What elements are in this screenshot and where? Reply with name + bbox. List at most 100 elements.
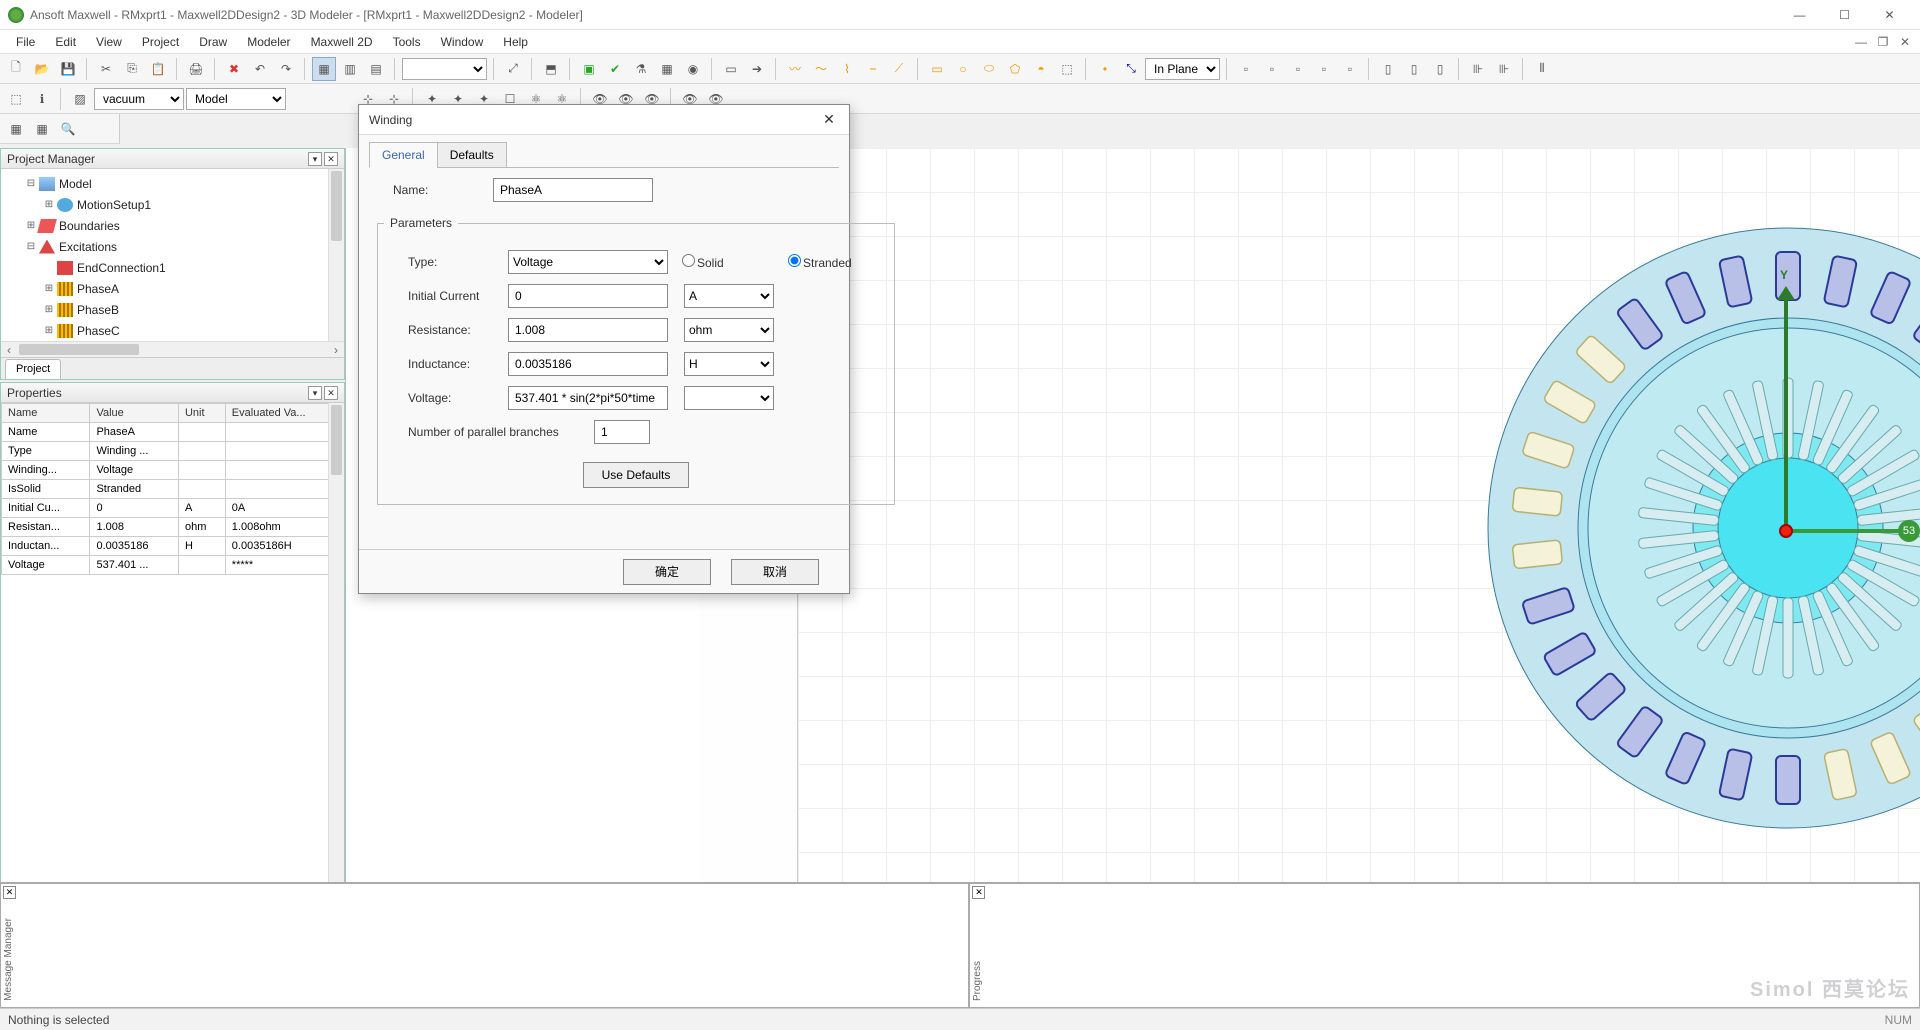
type-select[interactable]: Voltage: [508, 250, 668, 274]
arrow-icon[interactable]: ➔: [745, 57, 769, 81]
menu-view[interactable]: View: [86, 33, 132, 51]
combo-empty[interactable]: [402, 58, 487, 80]
table-row[interactable]: Initial Cu...0A0A: [2, 499, 344, 518]
voltage-unit[interactable]: [684, 386, 774, 410]
initcur-input[interactable]: [508, 284, 668, 308]
menu-maxwell2d[interactable]: Maxwell 2D: [301, 33, 383, 51]
voltage-input[interactable]: [508, 386, 668, 410]
tree-item[interactable]: EndConnection1: [3, 257, 342, 278]
tree-item[interactable]: ⊞PhaseB: [3, 299, 342, 320]
axis-icon[interactable]: ⤡: [1119, 57, 1143, 81]
curve4-icon[interactable]: ⎯: [861, 57, 885, 81]
resistance-input[interactable]: [508, 318, 668, 342]
combo-view[interactable]: Model: [186, 88, 286, 110]
minimize-button[interactable]: —: [1777, 1, 1822, 29]
resistance-unit[interactable]: ohm: [684, 318, 774, 342]
table-row[interactable]: NamePhaseA: [2, 423, 344, 442]
tree-item[interactable]: ⊟Model: [3, 173, 342, 194]
3d-view[interactable]: Y 53 Time =-1 0100200 (mm): [798, 148, 1920, 994]
validate-icon[interactable]: ⬒: [539, 57, 563, 81]
tree-item[interactable]: ⊞PhaseA: [3, 278, 342, 299]
render-icon[interactable]: ▥: [338, 57, 362, 81]
g1-icon[interactable]: ▫: [1234, 57, 1258, 81]
panel-close-icon[interactable]: ✕: [324, 152, 338, 166]
g4-icon[interactable]: ▫: [1312, 57, 1336, 81]
hatch-icon[interactable]: ▨: [68, 87, 92, 111]
branches-input[interactable]: [594, 420, 650, 444]
menu-modeler[interactable]: Modeler: [237, 33, 300, 51]
dot-icon[interactable]: •: [1093, 57, 1117, 81]
tree-item[interactable]: ⊞PhaseC: [3, 320, 342, 341]
tree-vscroll[interactable]: [328, 169, 344, 341]
stranded-radio[interactable]: [788, 254, 801, 267]
mdi-close-icon[interactable]: ✕: [1896, 35, 1914, 49]
combo-material[interactable]: vacuum: [94, 88, 184, 110]
new-icon[interactable]: 🗋: [4, 57, 28, 81]
tree-item[interactable]: ⊞MotionSetup1: [3, 194, 342, 215]
mdi-minimize-icon[interactable]: —: [1852, 35, 1870, 49]
close-button[interactable]: ✕: [1867, 1, 1912, 29]
cancel-button[interactable]: 取消: [731, 559, 819, 585]
n1-icon[interactable]: ⊪: [1466, 57, 1490, 81]
menu-edit[interactable]: Edit: [45, 33, 86, 51]
tree-hscroll[interactable]: ‹›: [1, 341, 344, 357]
prop-dropdown-icon[interactable]: ▾: [308, 386, 322, 400]
circle-icon[interactable]: ○: [951, 57, 975, 81]
menu-file[interactable]: File: [6, 33, 45, 51]
n2-icon[interactable]: ⊪: [1492, 57, 1516, 81]
solid-radio-label[interactable]: Solid: [682, 254, 782, 270]
message-manager-panel[interactable]: ✕ Message Manager: [0, 883, 969, 1008]
table-row[interactable]: IsSolidStranded: [2, 480, 344, 499]
panel-dropdown-icon[interactable]: ▾: [308, 152, 322, 166]
help-icon[interactable]: ℹ: [30, 87, 54, 111]
curve1-icon[interactable]: 〰: [783, 57, 807, 81]
g5-icon[interactable]: ▫: [1338, 57, 1362, 81]
maximize-button[interactable]: ☐: [1822, 1, 1867, 29]
menu-help[interactable]: Help: [493, 33, 538, 51]
table-row[interactable]: Resistan...1.008ohm1.008ohm: [2, 518, 344, 537]
print-icon[interactable]: 🖨: [184, 57, 208, 81]
stranded-radio-label[interactable]: Stranded: [788, 254, 888, 270]
properties-table[interactable]: NameValueUnitEvaluated Va... NamePhaseAT…: [1, 403, 344, 575]
menu-window[interactable]: Window: [431, 33, 494, 51]
undo-icon[interactable]: ↶: [248, 57, 272, 81]
name-input[interactable]: [493, 178, 653, 202]
tree-item[interactable]: ⊞Boundaries: [3, 215, 342, 236]
sel-icon[interactable]: ⬚: [4, 87, 28, 111]
m1-icon[interactable]: ▯: [1376, 57, 1400, 81]
analyze-icon[interactable]: ⚗: [629, 57, 653, 81]
curve5-icon[interactable]: ⟋: [887, 57, 911, 81]
initcur-unit[interactable]: A: [684, 284, 774, 308]
tree-item[interactable]: ⊟Excitations: [3, 236, 342, 257]
cut-icon[interactable]: ✂: [94, 57, 118, 81]
zoom-fit-icon[interactable]: ⤢: [501, 57, 525, 81]
cube-icon[interactable]: ⬚: [1055, 57, 1079, 81]
short3-icon[interactable]: 🔍: [56, 117, 80, 141]
m3-icon[interactable]: ▯: [1428, 57, 1452, 81]
inductance-unit[interactable]: H: [684, 352, 774, 376]
msg-close-icon[interactable]: ✕: [3, 886, 16, 899]
field-icon[interactable]: ▭: [719, 57, 743, 81]
sphere-icon[interactable]: ◓: [1029, 57, 1053, 81]
check2-icon[interactable]: ✔: [603, 57, 627, 81]
g2-icon[interactable]: ▫: [1260, 57, 1284, 81]
inductance-input[interactable]: [508, 352, 668, 376]
table-row[interactable]: TypeWinding ...: [2, 442, 344, 461]
mesh-icon[interactable]: ▦: [655, 57, 679, 81]
menu-project[interactable]: Project: [132, 33, 189, 51]
table-row[interactable]: Voltage537.401 ...*****: [2, 556, 344, 575]
window-icon[interactable]: ▦: [312, 57, 336, 81]
prog-close-icon[interactable]: ✕: [972, 886, 985, 899]
solid-radio[interactable]: [682, 254, 695, 267]
curve2-icon[interactable]: 〜: [809, 57, 833, 81]
optim-icon[interactable]: ◉: [681, 57, 705, 81]
open-icon[interactable]: 📂: [30, 57, 54, 81]
dialog-close-icon[interactable]: ✕: [819, 111, 839, 128]
paste-icon[interactable]: 📋: [146, 57, 170, 81]
project-tab[interactable]: Project: [5, 359, 61, 379]
short1-icon[interactable]: ▦: [4, 117, 28, 141]
prop-close-icon[interactable]: ✕: [324, 386, 338, 400]
mdi-restore-icon[interactable]: ❐: [1874, 35, 1892, 49]
copy-icon[interactable]: ⎘: [120, 57, 144, 81]
curve3-icon[interactable]: ⌇: [835, 57, 859, 81]
